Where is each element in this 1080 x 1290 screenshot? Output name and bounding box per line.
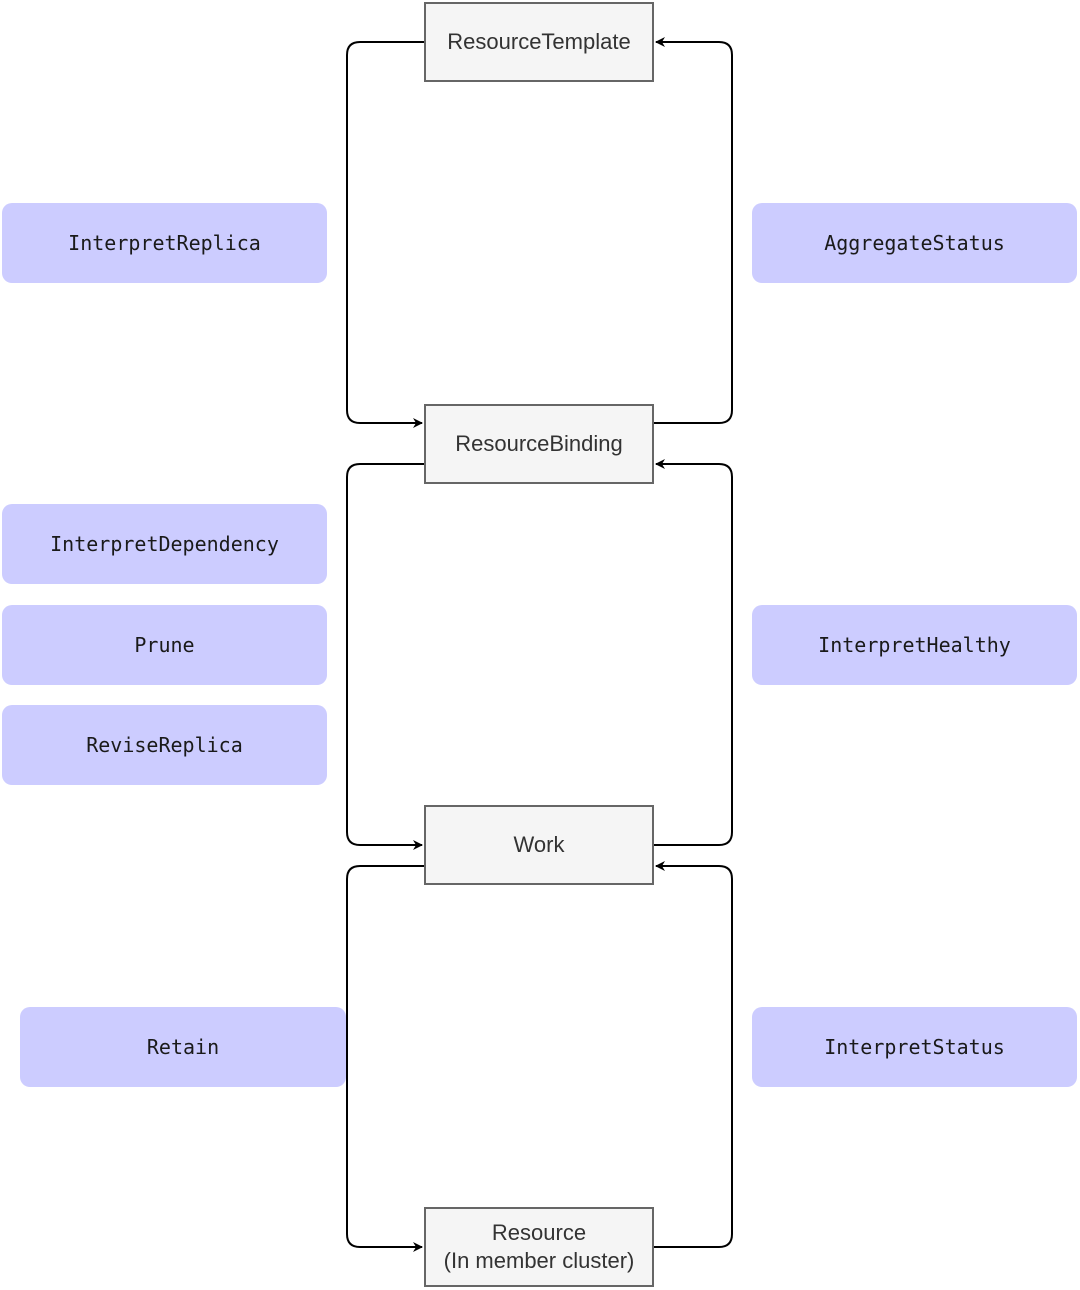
hook-retain: Retain: [20, 1007, 346, 1087]
hook-interpret-status: InterpretStatus: [752, 1007, 1077, 1087]
edge-template-to-binding: [346, 41, 424, 428]
resource-binding-node: ResourceBinding: [424, 404, 654, 484]
hook-label: InterpretStatus: [824, 1035, 1005, 1059]
resource-binding-label: ResourceBinding: [455, 431, 623, 456]
edge-work-to-resource: [346, 865, 424, 1252]
hook-label: InterpretReplica: [68, 231, 261, 255]
edge-work-to-binding: [654, 459, 733, 846]
edge-resource-to-work: [654, 861, 733, 1248]
resource-node: Resource (In member cluster): [424, 1207, 654, 1287]
resource-label-line2: (In member cluster): [443, 1248, 635, 1273]
hook-aggregate-status: AggregateStatus: [752, 203, 1077, 283]
hook-interpret-healthy: InterpretHealthy: [752, 605, 1077, 685]
hook-label: ReviseReplica: [86, 733, 243, 757]
resource-label-line1: Resource: [491, 1220, 587, 1245]
hook-label: InterpretHealthy: [818, 633, 1011, 657]
hook-interpret-replica: InterpretReplica: [2, 203, 327, 283]
hook-interpret-dependency: InterpretDependency: [2, 504, 327, 584]
hook-label: Prune: [134, 633, 195, 657]
resource-template-node: ResourceTemplate: [424, 2, 654, 82]
hook-label: AggregateStatus: [824, 231, 1005, 255]
work-label: Work: [513, 832, 565, 857]
hook-prune: Prune: [2, 605, 327, 685]
edge-binding-to-work: [346, 463, 424, 850]
hook-revise-replica: ReviseReplica: [2, 705, 327, 785]
edge-binding-to-template: [654, 37, 733, 424]
hook-label: InterpretDependency: [50, 532, 279, 556]
resource-template-label: ResourceTemplate: [447, 29, 631, 54]
hook-label: Retain: [146, 1035, 220, 1059]
work-node: Work: [424, 805, 654, 885]
